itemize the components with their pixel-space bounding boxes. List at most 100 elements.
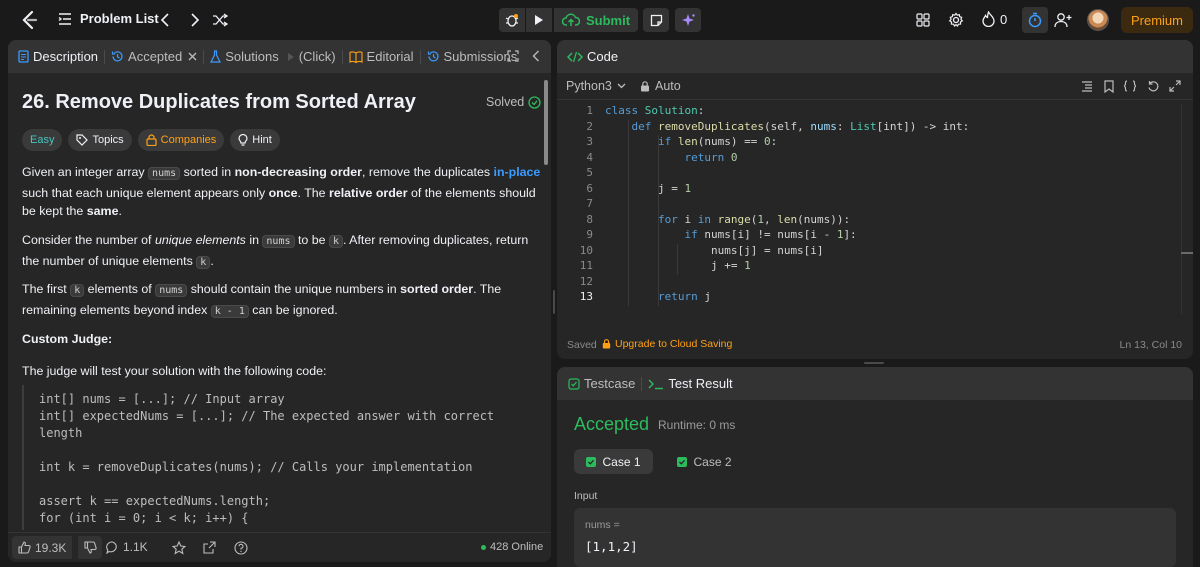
token: (self, xyxy=(763,119,811,133)
token: 1 xyxy=(744,259,751,272)
shuffle-icon[interactable] xyxy=(212,13,228,27)
leetcode-logo-icon[interactable] xyxy=(20,10,38,30)
token: : xyxy=(770,135,778,148)
streak-counter[interactable]: 0 xyxy=(982,11,1007,27)
auto-mode[interactable]: Auto xyxy=(640,79,681,93)
online-count: 428 Online xyxy=(490,541,544,553)
token: return xyxy=(684,150,725,164)
debug-button[interactable] xyxy=(499,8,525,32)
maximize-icon[interactable] xyxy=(507,50,519,62)
collapse-panel-icon[interactable] xyxy=(532,50,540,62)
tab-submissions[interactable]: Submissions xyxy=(427,49,517,64)
tab-code-label: Code xyxy=(587,49,619,64)
notes-button[interactable] xyxy=(643,8,669,32)
tab-testcase[interactable]: Testcase xyxy=(568,376,635,391)
tab-solutions[interactable]: Solutions xyxy=(210,49,279,64)
judge-code-line: int[] nums = [...]; // Input array xyxy=(39,392,285,406)
topics-chip[interactable]: Topics xyxy=(68,129,132,151)
judge-code-line: length xyxy=(39,426,83,440)
companies-chip[interactable]: Companies xyxy=(137,129,225,151)
upgrade-cloud-saving-link[interactable]: Upgrade to Cloud Saving xyxy=(602,338,732,350)
run-button[interactable] xyxy=(526,8,552,32)
format-code-icon[interactable] xyxy=(1081,81,1093,92)
tab-test-result[interactable]: Test Result xyxy=(648,376,733,391)
case-1-tab[interactable]: Case 1 xyxy=(574,449,653,474)
help-icon[interactable] xyxy=(234,541,248,555)
curly-braces-icon[interactable] xyxy=(1123,80,1137,92)
token: j xyxy=(697,290,711,303)
close-icon[interactable] xyxy=(188,52,197,61)
premium-button[interactable]: Premium xyxy=(1121,7,1193,33)
dislike-button[interactable] xyxy=(78,536,102,559)
top-bar: Problem List Submit 0 Premium xyxy=(0,0,1200,40)
editor-scrollbar[interactable] xyxy=(1181,104,1189,314)
token: class xyxy=(605,104,639,117)
code-editor[interactable]: 1 class Solution: 2 def removeDuplicates(… xyxy=(557,104,1177,314)
text: sorted in xyxy=(180,165,235,179)
hint-chip[interactable]: Hint xyxy=(230,129,280,151)
problem-list-button[interactable]: Problem List xyxy=(58,11,159,26)
star-icon[interactable] xyxy=(172,541,186,555)
code-brackets-icon xyxy=(567,51,583,63)
problem-list-label: Problem List xyxy=(80,11,159,26)
scrollbar-thumb[interactable] xyxy=(544,80,548,165)
in-place-link[interactable]: in-place xyxy=(494,165,541,179)
token: 1 xyxy=(684,181,692,195)
text: such that each unique element appears on… xyxy=(22,185,269,200)
language-select[interactable]: Python3 xyxy=(566,79,626,93)
description-paragraph-3: The first k elements of nums should cont… xyxy=(22,280,542,321)
vertical-resize-handle[interactable] xyxy=(553,290,555,314)
settings-gear-icon[interactable] xyxy=(948,12,964,28)
timer-button[interactable] xyxy=(1022,7,1048,33)
token: , xyxy=(763,212,778,226)
tab-description[interactable]: Description xyxy=(18,49,98,64)
list-icon xyxy=(58,12,72,25)
token: nums xyxy=(810,119,837,133)
submit-button[interactable]: Submit xyxy=(554,8,638,32)
judge-code-block: int[] nums = [...]; // Input array int[]… xyxy=(22,385,542,530)
comments-button[interactable]: 1.1K xyxy=(106,540,148,554)
lock-icon xyxy=(602,339,611,349)
text: should contain the unique numbers in xyxy=(187,282,401,296)
add-friend-icon[interactable] xyxy=(1054,12,1072,28)
avatar[interactable] xyxy=(1087,9,1109,31)
tab-accepted[interactable]: Accepted xyxy=(111,49,197,64)
line-number: 2 xyxy=(586,119,593,133)
layout-icon[interactable] xyxy=(916,13,930,27)
streak-count: 0 xyxy=(1000,11,1008,27)
horizontal-resize-handle[interactable] xyxy=(864,362,884,364)
custom-judge-heading: Custom Judge: xyxy=(22,332,113,346)
like-count: 19.3K xyxy=(35,540,67,555)
like-button[interactable]: 19.3K xyxy=(12,536,73,559)
token: List xyxy=(850,119,877,133)
tab-description-label: Description xyxy=(33,49,99,64)
code-line: 1 class Solution: xyxy=(557,104,704,120)
bookmark-icon[interactable] xyxy=(1104,80,1114,93)
line-number: 1 xyxy=(586,104,593,117)
note-icon xyxy=(650,14,663,27)
cursor-icon xyxy=(287,52,295,62)
text: The first xyxy=(22,282,71,296)
fullscreen-icon[interactable] xyxy=(1169,80,1181,92)
bold-text: relative order xyxy=(329,185,408,200)
tag-icon xyxy=(76,134,89,146)
prev-problem-icon[interactable] xyxy=(160,13,170,27)
reset-icon[interactable] xyxy=(1147,80,1159,92)
next-problem-icon[interactable] xyxy=(190,13,200,27)
bold-text: once xyxy=(268,185,298,200)
line-number: 6 xyxy=(586,181,593,195)
tab-editorial[interactable]: Editorial xyxy=(348,49,414,64)
share-icon[interactable] xyxy=(203,541,216,554)
right-edge-handle[interactable] xyxy=(1181,252,1193,254)
tab-code[interactable]: Code xyxy=(567,49,618,64)
token: [int]) -> int: xyxy=(876,119,970,133)
description-tabbar: Description Accepted Solutions (Click) E… xyxy=(8,40,551,73)
ai-assistant-button[interactable] xyxy=(675,8,701,32)
case-2-tab[interactable]: Case 2 xyxy=(665,449,744,474)
token: nums[j] = nums[i] xyxy=(710,243,824,257)
line-number: 3 xyxy=(586,135,593,148)
